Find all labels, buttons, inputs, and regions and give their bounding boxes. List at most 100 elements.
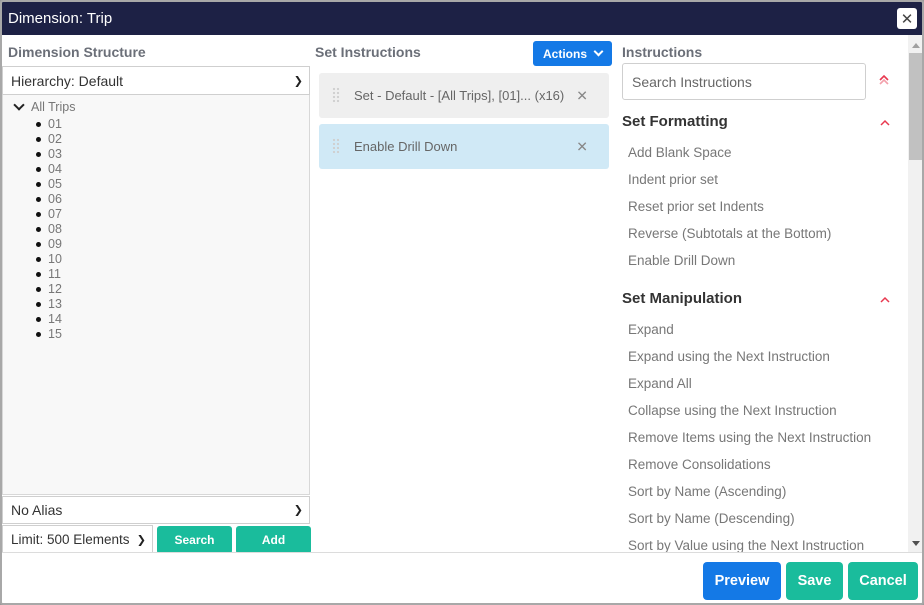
instructions-scrollbar[interactable] xyxy=(908,35,922,552)
bullet-icon xyxy=(36,137,41,142)
tree-node-label: All Trips xyxy=(31,100,76,114)
tree-node[interactable]: 14 xyxy=(36,312,62,327)
set-instructions-panel: Set Instructions Actions Set - Default -… xyxy=(314,35,612,552)
instruction-item[interactable]: Expand xyxy=(628,322,674,337)
tree-node-root[interactable]: All Trips xyxy=(13,99,76,114)
instruction-item[interactable]: Expand using the Next Instruction xyxy=(628,349,830,364)
drag-handle-icon[interactable] xyxy=(332,87,340,104)
hierarchy-select[interactable]: Hierarchy: Default ❯ xyxy=(2,66,310,95)
chevron-down-icon: ❯ xyxy=(293,504,303,517)
instruction-item[interactable]: Reset prior set Indents xyxy=(628,199,764,214)
instructions-heading: Instructions xyxy=(622,44,703,60)
tree-node-label: 12 xyxy=(48,282,62,296)
dimension-dialog: Dimension: Trip ✕ Dimension Structure Hi… xyxy=(0,0,924,605)
collapse-all-icon[interactable] xyxy=(878,73,890,87)
close-button[interactable]: ✕ xyxy=(897,8,917,29)
bullet-icon xyxy=(36,122,41,127)
dimension-structure-panel: Dimension Structure Hierarchy: Default ❯… xyxy=(2,35,311,554)
chevron-down-icon[interactable] xyxy=(13,99,25,111)
remove-icon[interactable]: ✕ xyxy=(576,138,588,155)
tree-node-label: 06 xyxy=(48,192,62,206)
element-tree: All Trips 01 02 03 04 05 06 07 08 09 10 11 12 13 14 15 xyxy=(2,95,310,495)
chevron-down-icon: ❯ xyxy=(293,75,303,87)
drag-handle-icon[interactable] xyxy=(332,138,340,155)
tree-node-label: 04 xyxy=(48,162,62,176)
instruction-item[interactable]: Indent prior set xyxy=(628,172,718,187)
chevron-up-icon[interactable] xyxy=(880,118,890,128)
set-instruction-item[interactable]: Set - Default - [All Trips], [01]... (x1… xyxy=(319,73,609,118)
tree-node[interactable]: 15 xyxy=(36,327,62,342)
tree-node-label: 13 xyxy=(48,297,62,311)
tree-node[interactable]: 09 xyxy=(36,237,62,252)
tree-node-label: 15 xyxy=(48,327,62,341)
scrollbar-thumb[interactable] xyxy=(909,53,922,160)
tree-node[interactable]: 10 xyxy=(36,252,62,267)
tree-node[interactable]: 11 xyxy=(36,267,62,282)
tree-node[interactable]: 01 xyxy=(36,117,62,132)
instruction-item[interactable]: Remove Consolidations xyxy=(628,457,771,472)
dialog-title: Dimension: Trip xyxy=(8,10,113,27)
search-button[interactable]: Search xyxy=(157,526,232,554)
bullet-icon xyxy=(36,332,41,337)
tree-node[interactable]: 07 xyxy=(36,207,62,222)
tree-node-label: 01 xyxy=(48,117,62,131)
add-button[interactable]: Add xyxy=(236,526,311,554)
instruction-item[interactable]: Expand All xyxy=(628,376,692,391)
instruction-item[interactable]: Sort by Name (Ascending) xyxy=(628,484,786,499)
scroll-up-arrow-icon[interactable] xyxy=(912,43,920,48)
alias-select-value: No Alias xyxy=(11,502,63,518)
preview-button[interactable]: Preview xyxy=(703,562,781,600)
bullet-icon xyxy=(36,317,41,322)
instruction-item[interactable]: Collapse using the Next Instruction xyxy=(628,403,837,418)
set-instruction-label: Enable Drill Down xyxy=(354,139,458,154)
search-instructions-input[interactable]: Search Instructions xyxy=(622,63,866,100)
chevron-up-icon[interactable] xyxy=(880,295,890,305)
instruction-item[interactable]: Enable Drill Down xyxy=(628,253,735,268)
tree-node-label: 08 xyxy=(48,222,62,236)
tree-node[interactable]: 03 xyxy=(36,147,62,162)
tree-node[interactable]: 12 xyxy=(36,282,62,297)
tree-node[interactable]: 06 xyxy=(36,192,62,207)
actions-label: Actions xyxy=(542,46,587,61)
instruction-item[interactable]: Add Blank Space xyxy=(628,145,732,160)
instruction-group-heading[interactable]: Set Manipulation xyxy=(622,290,742,307)
bullet-icon xyxy=(36,257,41,262)
tree-node-label: 09 xyxy=(48,237,62,251)
remove-icon[interactable]: ✕ xyxy=(576,87,588,104)
tree-node[interactable]: 05 xyxy=(36,177,62,192)
set-instructions-heading: Set Instructions xyxy=(315,44,421,60)
cancel-button[interactable]: Cancel xyxy=(848,562,918,600)
scroll-down-arrow-icon[interactable] xyxy=(912,541,920,546)
bullet-icon xyxy=(36,167,41,172)
bullet-icon xyxy=(36,212,41,217)
tree-node-label: 11 xyxy=(48,267,61,281)
dimension-structure-heading: Dimension Structure xyxy=(8,44,146,60)
chevron-down-icon: ❯ xyxy=(136,534,146,546)
bullet-icon xyxy=(36,287,41,292)
tree-node-label: 10 xyxy=(48,252,62,266)
tree-node-label: 02 xyxy=(48,132,62,146)
alias-select[interactable]: No Alias ❯ xyxy=(2,496,310,524)
close-icon: ✕ xyxy=(900,10,914,28)
bullet-icon xyxy=(36,182,41,187)
chevron-down-icon xyxy=(593,46,604,57)
save-button[interactable]: Save xyxy=(786,562,843,600)
tree-node-label: 07 xyxy=(48,207,62,221)
instruction-item[interactable]: Reverse (Subtotals at the Bottom) xyxy=(628,226,831,241)
tree-node[interactable]: 04 xyxy=(36,162,62,177)
dialog-footer: Preview Save Cancel xyxy=(2,552,922,603)
actions-button[interactable]: Actions xyxy=(533,41,612,66)
instruction-item[interactable]: Sort by Value using the Next Instruction xyxy=(628,538,864,552)
limit-select[interactable]: Limit: 500 Elements ❯ xyxy=(2,525,153,554)
instruction-item[interactable]: Remove Items using the Next Instruction xyxy=(628,430,871,445)
bullet-icon xyxy=(36,242,41,247)
title-bar: Dimension: Trip ✕ xyxy=(2,2,922,35)
bullet-icon xyxy=(36,197,41,202)
instruction-item[interactable]: Sort by Name (Descending) xyxy=(628,511,795,526)
set-instruction-item[interactable]: Enable Drill Down ✕ xyxy=(319,124,609,169)
instruction-group-heading[interactable]: Set Formatting xyxy=(622,113,728,130)
tree-node[interactable]: 02 xyxy=(36,132,62,147)
tree-node[interactable]: 13 xyxy=(36,297,62,312)
tree-node[interactable]: 08 xyxy=(36,222,62,237)
bullet-icon xyxy=(36,302,41,307)
